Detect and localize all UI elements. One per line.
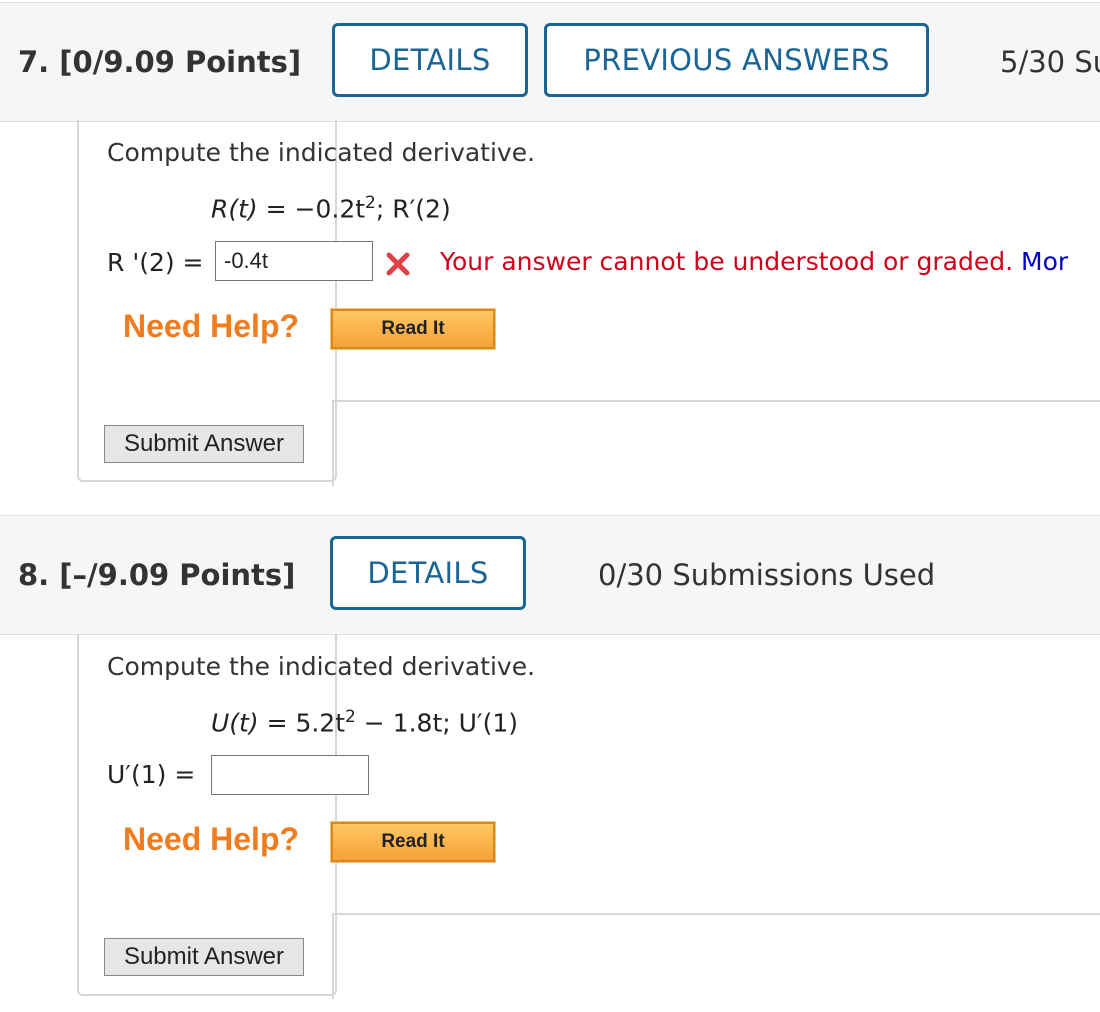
exponent: 2: [345, 707, 356, 727]
previous-answers-button[interactable]: PREVIOUS ANSWERS: [544, 23, 929, 97]
more-link[interactable]: Mor: [1021, 247, 1068, 276]
question-7-header: 7. [0/9.09 Points] DETAILS PREVIOUS ANSW…: [0, 2, 1100, 122]
read-it-button[interactable]: Read It: [330, 821, 496, 863]
function-rhs: = 5.2t: [266, 708, 346, 738]
exponent: 2: [365, 193, 376, 213]
submissions-used: 0/30 Submissions Used: [598, 558, 936, 592]
function-lhs: R(t): [211, 194, 258, 224]
incorrect-x-icon: [386, 252, 410, 276]
answer-label: R '(2) =: [107, 248, 204, 277]
question-prompt: Compute the indicated derivative.: [107, 652, 536, 681]
submit-answer-button[interactable]: Submit Answer: [104, 425, 304, 463]
function-rhs-post: − 1.8t; U′(1): [355, 708, 519, 738]
function-rhs-post: ; R′(2): [375, 194, 451, 224]
need-help-label: Need Help?: [123, 821, 300, 857]
answer-label: U′(1) =: [107, 760, 196, 789]
submit-answer-button[interactable]: Submit Answer: [104, 938, 304, 976]
read-it-button[interactable]: Read It: [330, 308, 496, 350]
function-rhs: = −0.2t: [265, 194, 366, 224]
need-help-label: Need Help?: [123, 308, 300, 344]
function-expression: U(t) = 5.2t2 − 1.8t; U′(1): [211, 707, 518, 737]
error-text: Your answer cannot be understood or grad…: [440, 247, 1014, 276]
question-8-header: 8. [–/9.09 Points] DETAILS 0/30 Submissi…: [0, 515, 1100, 635]
details-button[interactable]: DETAILS: [332, 23, 528, 97]
answer-input[interactable]: -0.4t: [215, 241, 373, 281]
function-lhs: U(t): [211, 708, 259, 738]
question-prompt: Compute the indicated derivative.: [107, 138, 536, 167]
function-expression: R(t) = −0.2t2; R′(2): [211, 193, 451, 223]
response-panel: [332, 913, 1100, 999]
submissions-used: 5/30 Su: [1000, 45, 1100, 79]
response-panel: [332, 400, 1100, 486]
question-title: 7. [0/9.09 Points]: [18, 45, 302, 79]
error-message: Your answer cannot be understood or grad…: [440, 247, 1068, 276]
details-button[interactable]: DETAILS: [330, 536, 526, 610]
answer-input[interactable]: [211, 755, 369, 795]
question-title: 8. [–/9.09 Points]: [18, 558, 296, 592]
